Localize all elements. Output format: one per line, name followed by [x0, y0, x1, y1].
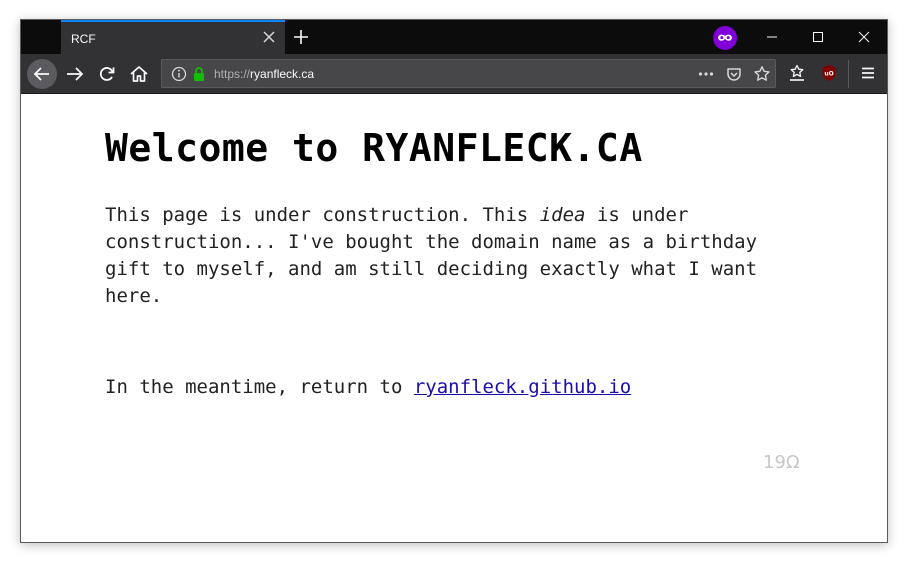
github-link[interactable]: ryanfleck.github.io: [414, 376, 631, 398]
page-actions-icon[interactable]: [697, 65, 715, 83]
reload-icon[interactable]: [93, 60, 121, 88]
browser-window: RCF https://ryanfleck.ca uO Welcome to R…: [20, 19, 888, 543]
meantime-text: In the meantime, return to: [105, 376, 414, 398]
close-icon[interactable]: [261, 29, 277, 45]
back-arrow-icon[interactable]: [27, 59, 57, 89]
private-browsing-icon: [713, 26, 737, 50]
intro-paragraph: This page is under construction. This id…: [105, 202, 805, 310]
plus-icon[interactable]: [291, 27, 311, 47]
url-text[interactable]: https://ryanfleck.ca: [214, 67, 314, 81]
info-icon[interactable]: [170, 65, 188, 83]
tab-title: RCF: [71, 32, 96, 46]
toolbar-divider: [848, 60, 849, 88]
ublock-icon[interactable]: uO: [819, 63, 839, 83]
hamburger-menu-icon[interactable]: [858, 63, 878, 83]
bookmark-star-icon[interactable]: [753, 65, 771, 83]
window-close-icon[interactable]: [841, 25, 887, 49]
url-scheme: https://: [214, 67, 251, 81]
page-content: Welcome to RYANFLECK.CA This page is und…: [21, 94, 887, 542]
pocket-icon[interactable]: [725, 65, 743, 83]
lock-icon[interactable]: [190, 65, 208, 83]
page-heading: Welcome to RYANFLECK.CA: [105, 126, 643, 170]
home-icon[interactable]: [125, 60, 153, 88]
intro-text-start: This page is under construction. This: [105, 204, 540, 226]
library-icon[interactable]: [787, 63, 807, 83]
url-bar[interactable]: https://ryanfleck.ca: [161, 59, 776, 88]
nav-toolbar: https://ryanfleck.ca uO: [21, 54, 887, 94]
url-host: ryanfleck.ca: [250, 67, 315, 81]
forward-arrow-icon[interactable]: [61, 60, 89, 88]
minimize-icon[interactable]: [749, 25, 795, 49]
tab-bar: RCF: [21, 20, 887, 54]
meantime-paragraph: In the meantime, return to ryanfleck.git…: [105, 376, 631, 398]
footer-mark: 19Ω: [763, 452, 800, 473]
tab-active[interactable]: RCF: [61, 20, 285, 54]
svg-text:uO: uO: [824, 71, 833, 78]
maximize-icon[interactable]: [795, 25, 841, 49]
intro-emphasis: idea: [539, 204, 586, 226]
